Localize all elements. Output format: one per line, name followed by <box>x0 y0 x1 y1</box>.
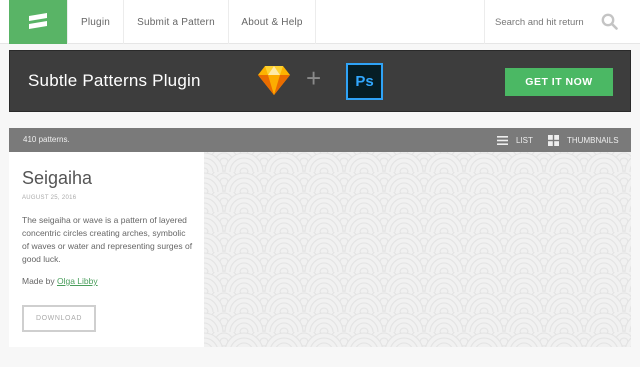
logo-icon <box>29 13 47 29</box>
nav-item-label: Plugin <box>81 16 110 28</box>
pattern-title: Seigaiha <box>22 168 93 188</box>
list-view-toggle[interactable]: LIST <box>497 128 533 152</box>
grid-icon <box>548 134 559 146</box>
sketch-diamond-icon <box>256 62 292 103</box>
nav-item-about-help[interactable]: About & Help <box>228 0 316 44</box>
nav-item-plugin[interactable]: Plugin <box>67 0 123 44</box>
subtle-patterns-logo[interactable] <box>9 0 67 44</box>
list-icon <box>497 135 508 145</box>
thumbnails-label: THUMBNAILS <box>567 135 619 145</box>
made-by-label: Made by <box>22 276 55 286</box>
plugin-banner: Subtle Patterns Plugin + Ps GET IT NOW <box>9 50 631 112</box>
pattern-preview <box>204 152 631 347</box>
list-label: LIST <box>516 135 533 145</box>
pattern-author-line: Made by Olga Libby <box>22 276 98 286</box>
search-input[interactable] <box>495 16 600 28</box>
get-it-now-button[interactable]: GET IT NOW <box>505 68 613 96</box>
author-link[interactable]: Olga Libby <box>57 276 98 286</box>
pattern-info-card: Seigaiha AUGUST 25, 2016 The seigaiha or… <box>9 152 204 347</box>
plus-icon: + <box>306 63 322 93</box>
photoshop-icon: Ps <box>346 63 383 100</box>
nav-item-label: Submit a Pattern <box>137 16 215 28</box>
pattern-date: AUGUST 25, 2016 <box>22 195 77 201</box>
pattern-description: The seigaiha or wave is a pattern of lay… <box>22 215 193 264</box>
nav-item-submit-pattern[interactable]: Submit a Pattern <box>123 0 228 44</box>
search-box[interactable] <box>484 0 631 44</box>
download-button[interactable]: DOWNLOAD <box>22 305 96 332</box>
nav-item-label: About & Help <box>241 16 303 28</box>
seigaiha-pattern-image <box>204 152 631 347</box>
thumbnails-view-toggle[interactable]: THUMBNAILS <box>548 128 619 152</box>
patterns-toolbar: 410 patterns. LIST THUMBNAILS <box>9 128 631 152</box>
search-icon[interactable] <box>601 13 618 35</box>
top-navigation: Plugin Submit a Pattern About & Help <box>0 0 640 44</box>
pattern-count: 410 patterns. <box>23 135 70 144</box>
banner-title: Subtle Patterns Plugin <box>28 71 201 90</box>
